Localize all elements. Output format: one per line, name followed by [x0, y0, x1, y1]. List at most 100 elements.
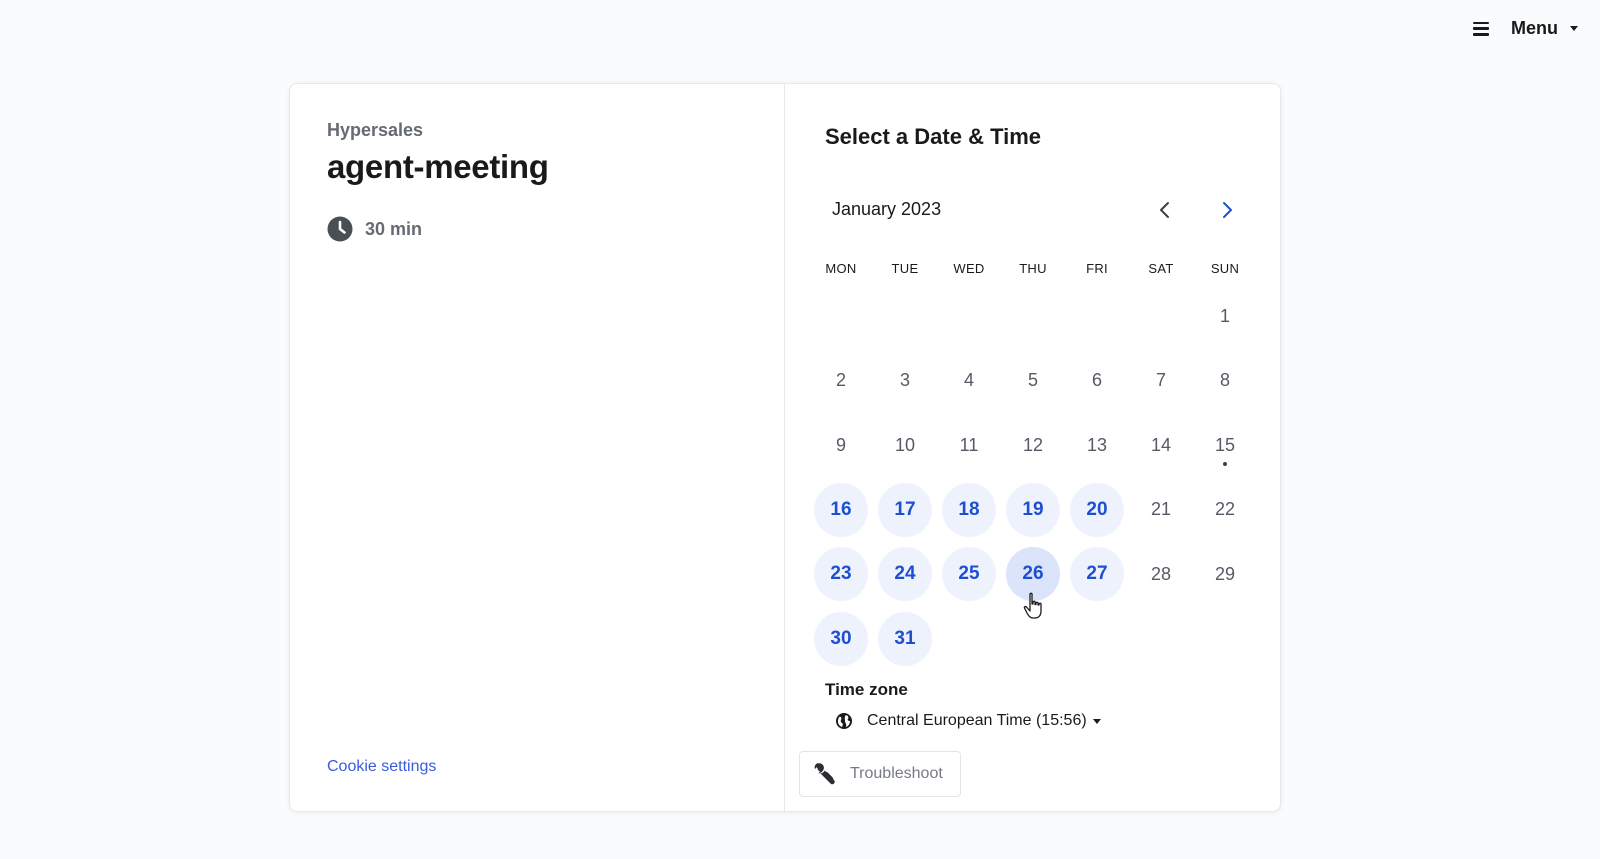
day-number: 26 [1022, 563, 1044, 585]
day-button[interactable]: 16 [814, 482, 868, 537]
calendar-day: 1 [1193, 284, 1257, 349]
weekday-label: SAT [1148, 261, 1174, 276]
calendar-day: 9 [809, 413, 873, 478]
event-duration: 30 min [327, 216, 422, 242]
weekday-label: MON [825, 261, 857, 276]
calendar-day-available[interactable]: 31 [873, 607, 937, 672]
chevron-down-icon [1570, 26, 1578, 31]
booking-card: Hypersales agent-meeting 30 min Cookie s… [289, 83, 1281, 812]
day-button[interactable]: 26 [1006, 547, 1060, 602]
month-label: January 2023 [832, 199, 942, 219]
calendar-blank-cell [937, 284, 1001, 349]
day-button[interactable]: 17 [878, 482, 932, 537]
today-indicator [1223, 461, 1227, 466]
day-button[interactable]: 27 [1070, 547, 1124, 602]
calendar-day-available[interactable]: 30 [809, 607, 873, 672]
timezone-select[interactable]: Central European Time (15:56) [835, 712, 1101, 730]
hamburger-icon [1473, 21, 1489, 36]
day-number: 4 [963, 370, 974, 391]
caret-down-icon [1092, 718, 1101, 724]
day-number: 30 [830, 627, 852, 649]
calendar-blank-cell [809, 284, 873, 349]
day-button[interactable]: 30 [814, 611, 868, 666]
day-button[interactable]: 25 [942, 547, 996, 602]
day-number: 22 [1214, 499, 1236, 520]
day-number: 8 [1219, 370, 1230, 391]
event-title: agent-meeting [327, 148, 549, 185]
calendar-day-available[interactable]: 26 [1001, 542, 1065, 607]
weekday-label: WED [953, 261, 985, 276]
troubleshoot-label: Troubleshoot [850, 765, 943, 782]
timezone-title: Time zone [825, 680, 908, 699]
calendar-blank-cell [1065, 284, 1129, 349]
day-number: 7 [1155, 370, 1166, 391]
previous-month-button[interactable] [1148, 193, 1182, 227]
day-number: 31 [894, 627, 916, 649]
day-number: 18 [958, 498, 980, 520]
day-number: 13 [1086, 434, 1108, 455]
day-button[interactable]: 18 [942, 482, 996, 537]
day-number: 5 [1027, 370, 1038, 391]
calendar-day-available[interactable]: 19 [1001, 478, 1065, 543]
weekday-label: TUE [891, 261, 919, 276]
calendar-day: 28 [1129, 542, 1193, 607]
day-number: 10 [894, 434, 916, 455]
calendar-day-available[interactable]: 18 [937, 478, 1001, 543]
organization-name: Hypersales [327, 120, 424, 140]
day-button[interactable]: 31 [878, 611, 932, 666]
calendar-day: 6 [1065, 349, 1129, 414]
calendar-day: 21 [1129, 478, 1193, 543]
day-number: 19 [1022, 498, 1044, 520]
calendar-day-available[interactable]: 24 [873, 542, 937, 607]
day-button[interactable]: 20 [1070, 482, 1124, 537]
timezone-value: Central European Time (15:56) [867, 712, 1087, 729]
calendar-day: 15 [1193, 413, 1257, 478]
calendar-blank-cell [873, 284, 937, 349]
day-button[interactable]: 24 [878, 547, 932, 602]
calendar-day: 14 [1129, 413, 1193, 478]
day-number: 15 [1214, 434, 1236, 455]
weekday-label: THU [1019, 261, 1047, 276]
calendar-day: 13 [1065, 413, 1129, 478]
calendar-day: 4 [937, 349, 1001, 414]
wrench-icon [814, 763, 835, 785]
chevron-left-icon [1160, 202, 1169, 218]
duration-label: 30 min [365, 218, 423, 239]
calendar-blank-cell [1001, 284, 1065, 349]
calendar-day: 12 [1001, 413, 1065, 478]
day-button[interactable]: 23 [814, 547, 868, 602]
day-button[interactable]: 19 [1006, 482, 1060, 537]
calendar-grid: 1 2 3 4 5 6 7 8 9 10 11 12 13 14 15 16 17 18 19 20 21 22 23 24 2… [809, 284, 1257, 671]
calendar-day-available[interactable]: 25 [937, 542, 1001, 607]
calendar-day-available[interactable]: 16 [809, 478, 873, 543]
calendar-day: 7 [1129, 349, 1193, 414]
clock-icon [327, 216, 353, 242]
next-month-button[interactable] [1210, 193, 1244, 227]
day-number: 27 [1086, 563, 1108, 585]
calendar-day-available[interactable]: 20 [1065, 478, 1129, 543]
calendar-day-available[interactable]: 27 [1065, 542, 1129, 607]
day-number: 16 [830, 498, 852, 520]
troubleshoot-button[interactable]: Troubleshoot [799, 751, 961, 797]
calendar-day-available[interactable]: 23 [809, 542, 873, 607]
weekday-header: MON TUE WED THU FRI SAT SUN [809, 261, 1257, 276]
calendar-day: 29 [1193, 542, 1257, 607]
chevron-right-icon [1223, 202, 1232, 218]
cookie-settings-link[interactable]: Cookie settings [327, 758, 436, 776]
calendar-day: 5 [1001, 349, 1065, 414]
date-time-panel: Select a Date & Time January 2023 MON TUE… [785, 84, 1280, 811]
day-number: 11 [959, 434, 979, 455]
day-number: 6 [1091, 370, 1102, 391]
calendar-day: 22 [1193, 478, 1257, 543]
day-number: 24 [894, 563, 916, 585]
weekday-label: FRI [1086, 261, 1108, 276]
day-number: 28 [1150, 563, 1172, 584]
calendar-day-available[interactable]: 17 [873, 478, 937, 543]
day-number: 1 [1219, 305, 1230, 326]
day-number: 21 [1150, 499, 1172, 520]
calendar-day: 10 [873, 413, 937, 478]
day-number: 17 [894, 498, 916, 520]
menu-button[interactable]: Menu [1473, 18, 1578, 39]
menu-label: Menu [1511, 18, 1558, 38]
month-navigation: January 2023 [832, 199, 1242, 223]
